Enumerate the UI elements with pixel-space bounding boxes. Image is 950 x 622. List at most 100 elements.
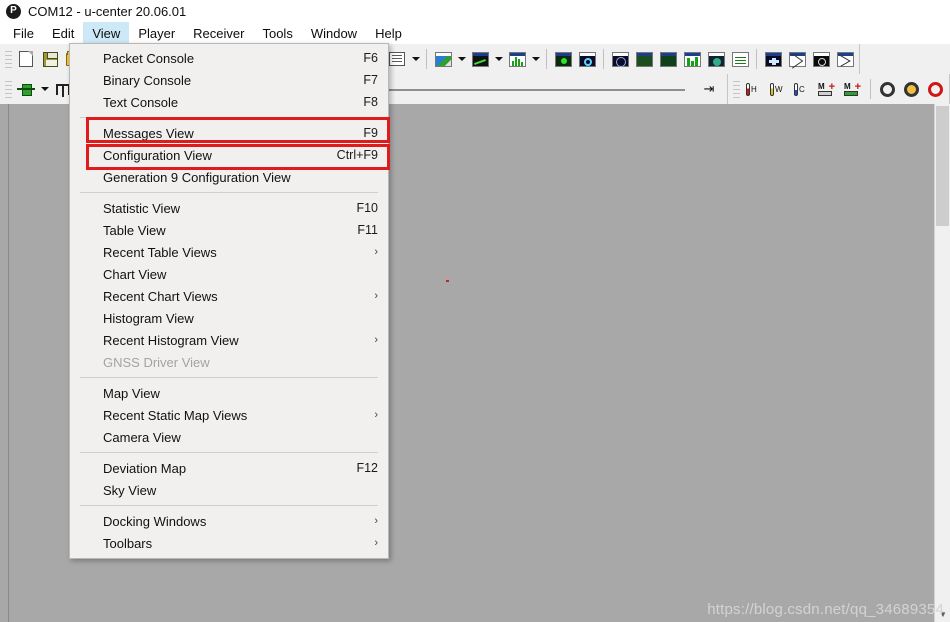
chevron-right-icon: › — [374, 334, 378, 346]
vertical-scrollbar[interactable]: ▲ ▼ — [934, 104, 950, 622]
toolbar-grip-handle[interactable] — [733, 79, 740, 99]
menu-item-histogram-view[interactable]: Histogram View — [70, 307, 388, 329]
globe-view-button[interactable] — [705, 48, 727, 70]
star-view-button[interactable] — [762, 48, 784, 70]
scope-view-button[interactable] — [552, 48, 574, 70]
menu-bar-item-tools[interactable]: Tools — [253, 22, 301, 44]
deviation-view-button[interactable] — [786, 48, 808, 70]
menu-bar-item-view[interactable]: View — [83, 22, 130, 44]
menu-item-label: Camera View — [103, 429, 181, 445]
list-view-button[interactable] — [729, 48, 751, 70]
menu-item-shortcut: F6 — [363, 51, 378, 65]
compass-view-button[interactable] — [576, 48, 598, 70]
memory-add-grey-icon: M + — [818, 81, 836, 97]
toolbar-group-markers: H W C M + M + — [727, 74, 950, 104]
application-window: P COM12 - u-center 20.06.01 File Edit View… — [0, 0, 950, 622]
menu-bar-item-receiver[interactable]: Receiver — [184, 22, 253, 44]
table-grid-icon — [389, 52, 405, 66]
menu-item-chart-view[interactable]: Chart View — [70, 263, 388, 285]
menu-bar-item-file[interactable]: File — [4, 22, 43, 44]
globe-icon — [707, 51, 725, 67]
chart-view-button[interactable] — [469, 48, 491, 70]
menu-item-table-view[interactable]: Table View F11 — [70, 219, 388, 241]
player-position-slider[interactable] — [371, 78, 695, 100]
menu-item-configuration-view[interactable]: Configuration View Ctrl+F9 — [70, 144, 388, 166]
menu-item-recent-chart-views[interactable]: Recent Chart Views › — [70, 285, 388, 307]
view-dropdown-menu[interactable]: Packet Console F6 Binary Console F7 Text Con… — [69, 43, 389, 559]
clock-view-button[interactable] — [810, 48, 832, 70]
toolbar-grip-handle[interactable] — [5, 49, 12, 69]
config-gear-red-button[interactable] — [924, 78, 946, 100]
sky-view-button[interactable] — [609, 48, 631, 70]
clock-icon — [812, 51, 830, 67]
memory-add-green-button[interactable]: M + — [841, 78, 865, 100]
toolbar-separator — [546, 49, 547, 69]
menu-item-shortcut: F11 — [357, 223, 378, 237]
menu-separator — [80, 192, 378, 193]
map-view-button[interactable] — [432, 48, 454, 70]
menu-item-recent-table-views[interactable]: Recent Table Views › — [70, 241, 388, 263]
menu-item-shortcut: F12 — [356, 461, 378, 475]
menu-item-text-console[interactable]: Text Console F8 — [70, 91, 388, 113]
menu-item-shortcut: F9 — [363, 126, 378, 140]
connection-dropdown-arrow-icon[interactable] — [38, 78, 51, 100]
toolbar-separator — [426, 49, 427, 69]
menu-item-label: Configuration View — [103, 147, 212, 163]
jump-to-end-icon: ⇥ — [703, 81, 715, 96]
menu-item-statistic-view[interactable]: Statistic View F10 — [70, 197, 388, 219]
menu-item-label: Table View — [103, 222, 166, 238]
compass-icon — [578, 51, 596, 67]
histogram-view-button[interactable] — [506, 48, 528, 70]
connection-button[interactable] — [15, 78, 37, 100]
menu-bar-item-edit[interactable]: Edit — [43, 22, 83, 44]
memory-add-grey-button[interactable]: M + — [815, 78, 839, 100]
menu-item-generation-9-configuration-view[interactable]: Generation 9 Configuration View — [70, 166, 388, 188]
scatter-view-button[interactable] — [834, 48, 856, 70]
chart-view-dropdown-arrow-icon[interactable] — [492, 48, 505, 70]
scrollbar-thumb[interactable] — [936, 106, 949, 226]
chevron-right-icon: › — [374, 246, 378, 258]
menu-item-camera-view[interactable]: Camera View — [70, 426, 388, 448]
config-gear-yellow-button[interactable] — [900, 78, 922, 100]
thermometer-cold-button[interactable]: C — [791, 78, 813, 100]
menu-separator — [80, 452, 378, 453]
thermometer-hot-button[interactable]: H — [743, 78, 765, 100]
map-view-dropdown-arrow-icon[interactable] — [455, 48, 468, 70]
toolbar-grip-handle[interactable] — [5, 79, 12, 99]
satellite-grid-button[interactable] — [633, 48, 655, 70]
thermometer-warm-button[interactable]: W — [767, 78, 789, 100]
scope-icon — [554, 51, 572, 67]
config-gear-yellow-icon — [903, 81, 919, 97]
table-view-button[interactable] — [386, 48, 408, 70]
histogram-view-dropdown-arrow-icon[interactable] — [529, 48, 542, 70]
bar-graph-button[interactable] — [681, 48, 703, 70]
menu-item-shortcut: F8 — [363, 95, 378, 109]
menu-bar-item-window[interactable]: Window — [302, 22, 366, 44]
menu-item-messages-view[interactable]: Messages View F9 — [70, 122, 388, 144]
menu-bar-item-help[interactable]: Help — [366, 22, 411, 44]
menu-item-sky-view[interactable]: Sky View — [70, 479, 388, 501]
menu-item-recent-histogram-view[interactable]: Recent Histogram View › — [70, 329, 388, 351]
menu-item-recent-static-map-views[interactable]: Recent Static Map Views › — [70, 404, 388, 426]
menu-item-binary-console[interactable]: Binary Console F7 — [70, 69, 388, 91]
menu-item-label: Sky View — [103, 482, 157, 498]
app-logo-icon: P — [6, 3, 21, 19]
deviation-map-icon — [659, 51, 677, 67]
menu-item-packet-console[interactable]: Packet Console F6 — [70, 47, 388, 69]
jump-to-end-button[interactable]: ⇥ — [699, 78, 719, 100]
menu-bar: File Edit View Player Receiver Tools Window Hel… — [0, 22, 950, 44]
menu-item-label: Histogram View — [103, 310, 194, 326]
deviation-map-button[interactable] — [657, 48, 679, 70]
new-document-button[interactable] — [15, 48, 37, 70]
toolbar-group-connection — [0, 74, 78, 104]
menu-item-toolbars[interactable]: Toolbars › — [70, 532, 388, 554]
config-gear-dark-button[interactable] — [876, 78, 898, 100]
menu-item-map-view[interactable]: Map View — [70, 382, 388, 404]
menu-item-deviation-map[interactable]: Deviation Map F12 — [70, 457, 388, 479]
menu-bar-item-player[interactable]: Player — [129, 22, 184, 44]
chevron-right-icon: › — [374, 515, 378, 527]
save-button[interactable] — [39, 48, 61, 70]
watermark-text: https://blog.csdn.net/qq_34689354 — [707, 601, 944, 618]
menu-item-docking-windows[interactable]: Docking Windows › — [70, 510, 388, 532]
table-view-dropdown-arrow-icon[interactable] — [409, 48, 422, 70]
